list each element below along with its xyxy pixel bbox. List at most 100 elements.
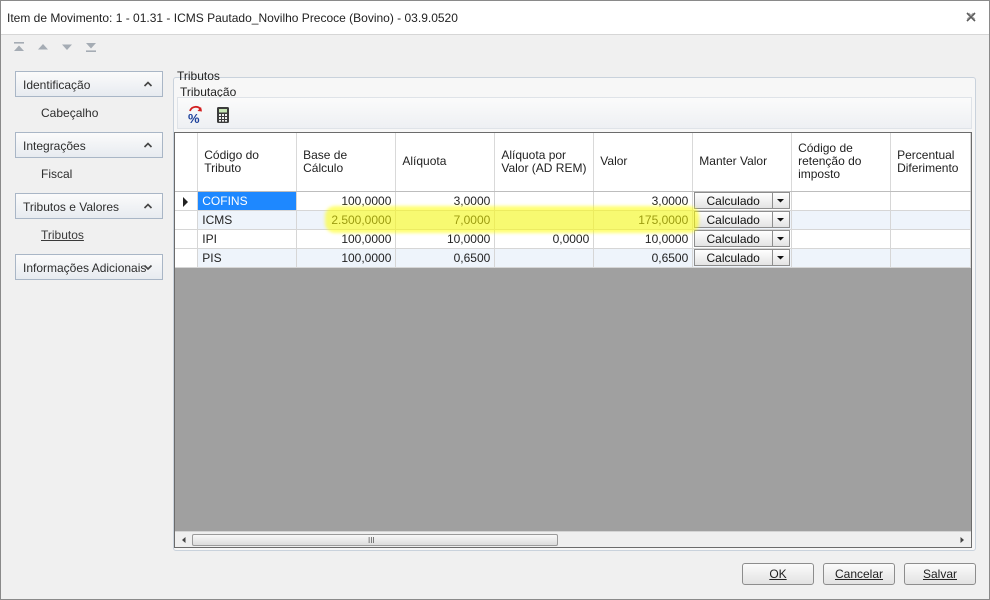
cell-codigo[interactable]: PIS: [197, 248, 298, 268]
close-icon: [966, 12, 976, 22]
sidebar-group-tributos-e-valores[interactable]: Tributos e Valores: [15, 193, 163, 219]
sidebar-item-tributos[interactable]: Tributos: [15, 219, 163, 254]
cell-percentual-diferimento[interactable]: [890, 248, 971, 268]
cell-codigo-retencao[interactable]: [791, 210, 892, 230]
cell-percentual-diferimento[interactable]: [890, 191, 971, 211]
cell-codigo[interactable]: IPI: [197, 229, 298, 249]
dialog-window: Item de Movimento: 1 - 01.31 - ICMS Paut…: [0, 0, 990, 600]
cell-base[interactable]: 100,0000: [296, 191, 397, 211]
tributos-grid: Código do Tributo Base de Cálculo Alíquo…: [174, 132, 972, 548]
cell-aliquota[interactable]: 10,0000: [395, 229, 496, 249]
dropdown-button[interactable]: [772, 193, 789, 208]
cell-codigo-retencao[interactable]: [791, 248, 892, 268]
cell-codigo[interactable]: COFINS: [197, 191, 298, 211]
row-indicator[interactable]: [175, 191, 199, 211]
sidebar-group-integracoes[interactable]: Integrações: [15, 132, 163, 158]
sidebar-item-cabecalho[interactable]: Cabeçalho: [15, 97, 163, 132]
chevron-up-icon: [143, 203, 153, 209]
chevron-down-icon: [143, 264, 153, 271]
column-header-codigo[interactable]: Código do Tributo: [197, 133, 298, 192]
column-header-codigo-retencao[interactable]: Código de retenção do imposto: [791, 133, 892, 192]
row-indicator[interactable]: [175, 210, 199, 230]
cell-valor[interactable]: 10,0000: [593, 229, 694, 249]
scroll-left-icon[interactable]: [179, 535, 189, 545]
horizontal-scrollbar[interactable]: III: [175, 531, 971, 547]
cell-aliquota-valor[interactable]: [494, 191, 595, 211]
column-header-aliquota[interactable]: Alíquota: [395, 133, 496, 192]
cell-codigo[interactable]: ICMS: [197, 210, 298, 230]
scroll-right-icon[interactable]: [957, 535, 967, 545]
cell-aliquota-valor[interactable]: 0,0000: [494, 229, 595, 249]
manter-valor-value: Calculado: [706, 232, 760, 246]
dropdown-button[interactable]: [772, 212, 789, 227]
table-row[interactable]: PIS 100,0000 0,6500 0,6500 Calculado: [175, 248, 971, 268]
scrollbar-thumb[interactable]: III: [192, 534, 558, 546]
current-row-icon: [183, 196, 188, 207]
sidebar-group-identificacao[interactable]: Identificação: [15, 71, 163, 97]
first-record-icon: [14, 42, 24, 51]
column-header-valor[interactable]: Valor: [593, 133, 694, 192]
manter-valor-select[interactable]: Calculado: [694, 249, 791, 266]
cell-aliquota-valor[interactable]: [494, 210, 595, 230]
cell-percentual-diferimento[interactable]: [890, 229, 971, 249]
sidebar-group-label: Identificação: [23, 78, 91, 92]
sidebar-item-fiscal[interactable]: Fiscal: [15, 158, 163, 193]
row-indicator-header: [175, 133, 199, 192]
close-button[interactable]: [963, 9, 979, 25]
calculator-button[interactable]: [213, 105, 233, 125]
cell-manter-valor[interactable]: Calculado: [692, 191, 793, 211]
recalculate-taxes-button[interactable]: %: [186, 105, 206, 126]
manter-valor-select[interactable]: Calculado: [694, 211, 791, 228]
last-record-icon: [86, 43, 96, 52]
record-navigation-bar: [11, 39, 111, 57]
cell-aliquota[interactable]: 0,6500: [395, 248, 496, 268]
save-button[interactable]: Salvar: [904, 563, 976, 585]
cell-manter-valor[interactable]: Calculado: [692, 248, 793, 268]
column-header-base[interactable]: Base de Cálculo: [296, 133, 397, 192]
dropdown-button[interactable]: [772, 250, 789, 265]
dropdown-button[interactable]: [772, 231, 789, 246]
cell-base[interactable]: 2.500,0000: [296, 210, 397, 230]
ok-button[interactable]: OK: [742, 563, 814, 585]
manter-valor-select[interactable]: Calculado: [694, 192, 791, 209]
cell-manter-valor[interactable]: Calculado: [692, 210, 793, 230]
cell-base[interactable]: 100,0000: [296, 248, 397, 268]
table-row[interactable]: COFINS 100,0000 3,0000 3,0000 Calculado: [175, 191, 971, 211]
row-indicator[interactable]: [175, 229, 199, 249]
cell-valor[interactable]: 175,0000: [593, 210, 694, 230]
sidebar-group-label: Tributos e Valores: [23, 200, 120, 214]
save-button-label: Salvar: [922, 567, 957, 581]
manter-valor-value: Calculado: [706, 213, 760, 227]
column-header-manter-valor[interactable]: Manter Valor: [692, 133, 793, 192]
table-row[interactable]: IPI 100,0000 10,0000 0,0000 10,0000 Calc…: [175, 229, 971, 249]
arrow-up-icon: [38, 44, 48, 50]
first-record-button[interactable]: [11, 39, 29, 57]
previous-record-button[interactable]: [35, 39, 53, 57]
cell-valor[interactable]: 3,0000: [593, 191, 694, 211]
cancel-button[interactable]: Cancelar: [823, 563, 895, 585]
row-indicator[interactable]: [175, 248, 199, 268]
cell-base[interactable]: 100,0000: [296, 229, 397, 249]
cell-percentual-diferimento[interactable]: [890, 210, 971, 230]
arrow-down-icon: [62, 44, 72, 50]
cell-aliquota-valor[interactable]: [494, 248, 595, 268]
dropdown-arrow-icon: [777, 218, 785, 222]
sidebar-group-informacoes-adicionais[interactable]: Informações Adicionais: [15, 254, 163, 280]
last-record-button[interactable]: [83, 39, 101, 57]
column-header-aliquota-valor[interactable]: Alíquota por Valor (AD REM): [494, 133, 595, 192]
cell-codigo-retencao[interactable]: [791, 191, 892, 211]
cell-aliquota[interactable]: 3,0000: [395, 191, 496, 211]
column-header-percentual-diferimento[interactable]: Percentual Diferimento: [890, 133, 971, 192]
next-record-button[interactable]: [59, 39, 77, 57]
cell-aliquota[interactable]: 7,0000: [395, 210, 496, 230]
manter-valor-value: Calculado: [706, 251, 760, 265]
sidebar: Identificação Cabeçalho Integrações Fisc…: [15, 71, 163, 280]
chevron-up-icon: [143, 142, 153, 148]
ok-button-label: OK: [769, 567, 787, 581]
svg-text:%: %: [188, 111, 200, 125]
cell-codigo-retencao[interactable]: [791, 229, 892, 249]
cell-valor[interactable]: 0,6500: [593, 248, 694, 268]
manter-valor-select[interactable]: Calculado: [694, 230, 791, 247]
cell-manter-valor[interactable]: Calculado: [692, 229, 793, 249]
table-row[interactable]: ICMS 2.500,0000 7,0000 175,0000 Calculad…: [175, 210, 971, 230]
